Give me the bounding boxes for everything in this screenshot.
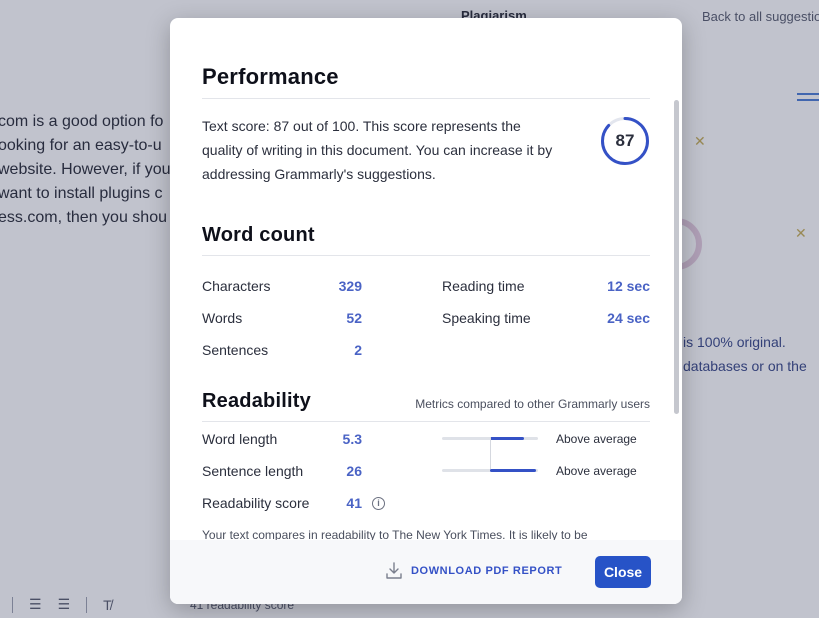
sentence-length-bar-fill — [490, 469, 536, 472]
word-length-value: 5.3 — [342, 431, 362, 447]
divider — [202, 98, 650, 99]
readability-score-value: 41 — [346, 495, 362, 511]
characters-value: 329 — [338, 278, 362, 294]
readability-score-label: Readability score — [202, 495, 310, 511]
reading-time-label: Reading time — [442, 278, 525, 294]
sentence-length-rating: Above average — [556, 464, 637, 478]
performance-title: Performance — [202, 64, 339, 89]
performance-modal: Performance Text score: 87 out of 100. T… — [170, 18, 682, 604]
characters-label: Characters — [202, 278, 271, 294]
modal-scroll-area[interactable]: Performance Text score: 87 out of 100. T… — [170, 18, 682, 540]
speaking-time-label: Speaking time — [442, 310, 531, 326]
bar-average-marker — [490, 437, 491, 470]
readability-title: Readability — [202, 390, 311, 412]
sentences-value: 2 — [354, 342, 362, 358]
close-button[interactable]: Close — [595, 556, 651, 588]
divider — [202, 255, 650, 256]
words-label: Words — [202, 310, 243, 326]
sentence-length-value: 26 — [346, 463, 362, 479]
readability-note: Metrics compared to other Grammarly user… — [415, 397, 650, 411]
divider — [202, 421, 650, 422]
word-length-bar-fill — [490, 437, 524, 440]
readability-description: Your text compares in readability to The… — [202, 528, 588, 540]
modal-footer: DOWNLOAD PDF REPORT Close — [170, 540, 682, 604]
info-icon[interactable]: i — [372, 497, 385, 510]
words-value: 52 — [346, 310, 362, 326]
performance-score: 87 — [615, 131, 635, 150]
word-length-rating: Above average — [556, 432, 637, 446]
performance-description: Text score: 87 out of 100. This score re… — [202, 118, 553, 182]
download-pdf-button[interactable]: DOWNLOAD PDF REPORT — [386, 562, 562, 580]
download-pdf-label: DOWNLOAD PDF REPORT — [411, 565, 563, 577]
sentences-label: Sentences — [202, 342, 269, 358]
sentence-length-label: Sentence length — [202, 463, 304, 479]
download-icon — [386, 562, 402, 579]
speaking-time-value: 24 sec — [607, 310, 650, 326]
word-length-label: Word length — [202, 431, 278, 447]
scrollbar-thumb[interactable] — [674, 100, 679, 414]
word-count-title: Word count — [202, 224, 315, 246]
reading-time-value: 12 sec — [607, 278, 650, 294]
